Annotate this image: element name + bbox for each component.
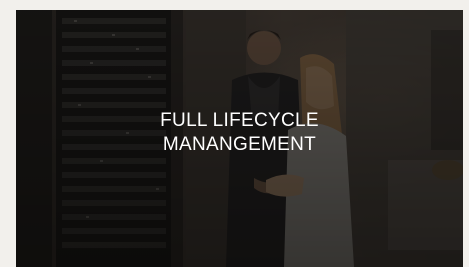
page: FULL LIFECYCLE MANANGEMENT [0,0,469,267]
card-title: FULL LIFECYCLE MANANGEMENT [16,109,463,157]
card-title-line-2: MANANGEMENT [162,134,317,155]
card-title-line-1: FULL LIFECYCLE [160,110,319,131]
service-card-full-lifecycle-management[interactable]: FULL LIFECYCLE MANANGEMENT [16,10,463,267]
